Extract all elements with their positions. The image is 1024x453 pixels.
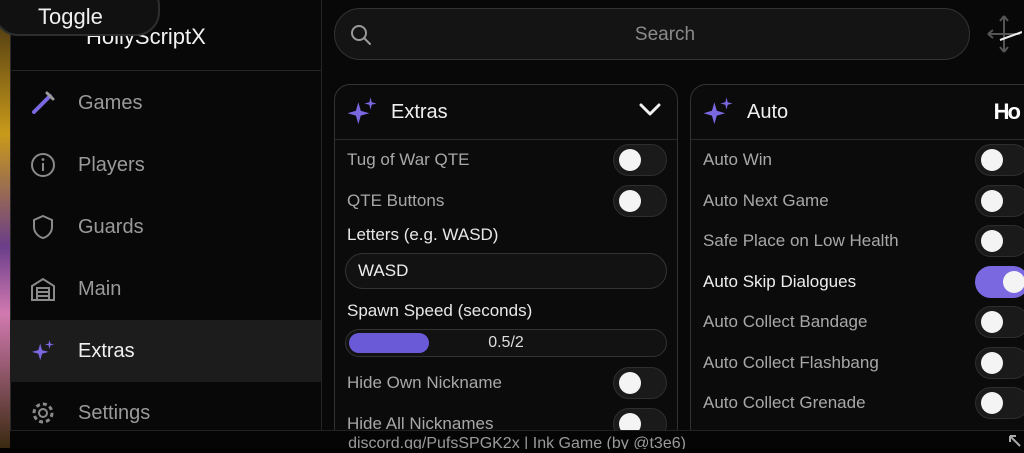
garage-icon <box>30 276 56 302</box>
toggle-label: Auto Collect Flashbang <box>703 352 879 372</box>
qte-buttons-switch[interactable] <box>613 184 667 217</box>
toggle-switch[interactable] <box>975 387 1024 420</box>
header-divider <box>10 70 322 71</box>
sidebar-divider <box>321 0 322 430</box>
chevron-down-icon[interactable] <box>639 103 661 122</box>
toggle-switch[interactable] <box>975 265 1024 298</box>
letters-input[interactable]: WASD <box>345 253 667 289</box>
auto-panel-hint: Ho <box>993 99 1021 124</box>
shield-icon <box>30 214 56 240</box>
sidebar-item-label: Players <box>78 153 145 176</box>
info-icon <box>30 152 56 178</box>
toggle-button[interactable]: Toggle <box>0 0 160 36</box>
sidebar-item-games[interactable]: Games <box>10 72 321 134</box>
toggle-row: Safe Place on Low Health <box>691 221 1024 262</box>
toggle-row: Auto Skip Dialogues <box>691 262 1024 303</box>
toggle-switch[interactable] <box>975 306 1024 339</box>
toggle-row-hide-own-nickname: Hide Own Nickname <box>335 363 677 404</box>
sparkles-icon <box>30 338 56 364</box>
extras-panel-header[interactable]: Extras <box>335 85 677 140</box>
sidebar-item-players[interactable]: Players <box>10 134 321 196</box>
toggle-row: Auto Collect Flashbang <box>691 343 1024 384</box>
search-bar <box>334 8 970 61</box>
auto-panel-title: Auto <box>747 100 789 123</box>
extras-panel: Extras Tug of War QTE QTE Buttons Letter… <box>334 84 678 444</box>
sidebar-item-label: Extras <box>78 339 135 362</box>
toggle-label: QTE Buttons <box>347 190 445 210</box>
sidebar-item-extras[interactable]: Extras <box>10 320 321 382</box>
toggle-label: Auto Skip Dialogues <box>703 271 857 291</box>
sidebar-item-label: Settings <box>78 401 151 424</box>
toggle-row: Auto Win <box>691 140 1024 181</box>
auto-panel: Auto Ho Auto Win Auto Next Game Safe Place… <box>690 84 1024 444</box>
toggle-switch[interactable] <box>975 184 1024 217</box>
sidebar-item-label: Guards <box>78 215 144 238</box>
toggle-label: Auto Win <box>703 150 772 170</box>
toggle-label: Tug of War QTE <box>347 150 470 170</box>
toggle-switch[interactable] <box>975 144 1024 177</box>
auto-panel-header[interactable]: Auto Ho <box>691 85 1024 140</box>
sparkles-icon <box>345 95 379 129</box>
extras-panel-title: Extras <box>391 100 448 123</box>
sparkles-icon <box>701 95 735 129</box>
toggle-row: Auto Collect Bandage <box>691 302 1024 343</box>
sidebar-item-label: Main <box>78 277 122 300</box>
sidebar-item-main[interactable]: Main <box>10 258 321 320</box>
wand-icon <box>30 90 56 116</box>
search-input[interactable] <box>383 9 947 61</box>
toggle-label: Hide Own Nickname <box>347 373 502 393</box>
tug-of-war-qte-switch[interactable] <box>613 144 667 177</box>
gear-icon <box>30 400 56 426</box>
search-icon <box>349 23 373 52</box>
resize-icon[interactable] <box>1008 434 1022 453</box>
footer-credits: discord.gg/PufsSPGK2x | Ink Game (by @t3… <box>10 430 1024 449</box>
move-icon[interactable] <box>986 14 1023 59</box>
toggle-row-tug-of-war-qte: Tug of War QTE <box>335 140 677 181</box>
sidebar: Games Players Guards Main Extras Setting… <box>10 72 321 444</box>
slider-value: 0.5/2 <box>488 334 524 351</box>
letters-label: Letters (e.g. WASD) <box>347 225 499 244</box>
toggle-label: Auto Next Game <box>703 190 829 210</box>
sidebar-item-guards[interactable]: Guards <box>10 196 321 258</box>
toggle-row: Auto Collect Grenade <box>691 383 1024 424</box>
toggle-switch[interactable] <box>975 225 1024 258</box>
toggle-label: Auto Collect Grenade <box>703 393 866 413</box>
toggle-row-qte-buttons: QTE Buttons <box>335 181 677 222</box>
hide-own-nickname-switch[interactable] <box>613 367 667 400</box>
toggle-label: Auto Collect Bandage <box>703 312 868 332</box>
toggle-row: Auto Next Game <box>691 181 1024 222</box>
toggle-label: Safe Place on Low Health <box>703 231 899 251</box>
toggle-switch[interactable] <box>975 346 1024 379</box>
spawn-speed-label: Spawn Speed (seconds) <box>347 301 533 320</box>
spawn-speed-slider[interactable]: 0.5/2 <box>345 329 667 357</box>
sidebar-item-label: Games <box>78 91 143 114</box>
